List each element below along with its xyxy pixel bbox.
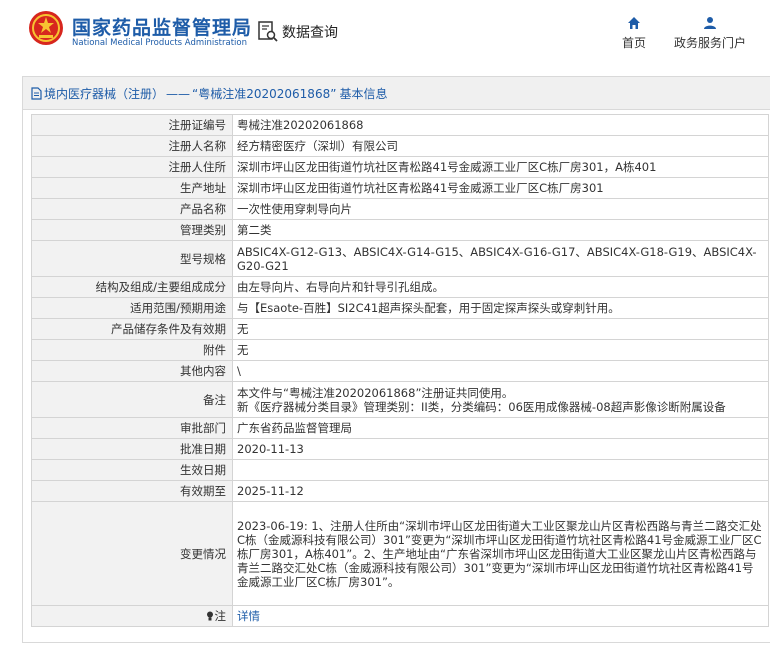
row-label: 附件 — [31, 339, 233, 361]
breadcrumb-bar: 境内医疗器械（注册） —— “粤械注准20202061868” 基本信息 — [23, 77, 770, 110]
document-icon — [31, 87, 42, 100]
table-row: 注册人名称 经方精密医疗（深圳）有限公司 — [31, 135, 769, 157]
row-value: 2025-11-12 — [232, 480, 769, 502]
row-value: \ — [232, 360, 769, 382]
row-label: 注册证编号 — [31, 114, 233, 136]
user-icon — [704, 17, 716, 29]
site-name[interactable]: 国家药品监督管理局 — [72, 13, 252, 40]
breadcrumb: 境内医疗器械（注册） —— “粤械注准20202061868” 基本信息 — [31, 85, 387, 102]
row-label: 结构及组成/主要组成成分 — [31, 276, 233, 298]
nav-service-portal[interactable]: 政务服务门户 — [670, 16, 750, 51]
table-row: 产品名称 一次性使用穿刺导向片 — [31, 198, 769, 220]
row-label: 注册人名称 — [31, 135, 233, 157]
row-value — [232, 459, 769, 481]
table-row: 产品储存条件及有效期无 — [31, 318, 769, 340]
table-row: 变更情况 2023-06-19: 1、注册人住所由“深圳市坪山区龙田街道大工业区聚… — [31, 501, 769, 606]
table-row: 附件无 — [31, 339, 769, 361]
data-query-label: 数据查询 — [282, 25, 338, 41]
nav-home[interactable]: 首页 — [594, 16, 674, 51]
row-label: 其他内容 — [31, 360, 233, 382]
table-row: 其他内容 \ — [31, 360, 769, 382]
table-row: 注 详情 — [31, 605, 769, 627]
row-label: 管理类别 — [31, 219, 233, 241]
search-doc-icon — [258, 21, 278, 42]
row-label: 产品储存条件及有效期 — [31, 318, 233, 340]
registration-info-table: 注册证编号 粤械注准20202061868 注册人名称 经方精密医疗（深圳）有限公司… — [31, 114, 769, 627]
table-row: 型号规格 ABSIC4X-G12-G13、ABSIC4X-G14-G15、ABSI… — [31, 240, 769, 277]
site-name-en: National Medical Products Administration — [72, 38, 247, 48]
row-label: 审批部门 — [31, 417, 233, 439]
data-query-link[interactable]: 数据查询 — [258, 20, 338, 44]
table-row: 生产地址 深圳市坪山区龙田街道竹坑社区青松路41号金威源工业厂区C栋厂房301 — [31, 177, 769, 199]
breadcrumb-record-title: “粤械注准20202061868” — [192, 87, 337, 101]
table-row: 审批部门 广东省药品监督管理局 — [31, 417, 769, 439]
row-label: 注册人住所 — [31, 156, 233, 178]
bulb-icon — [206, 611, 213, 621]
row-value: 深圳市坪山区龙田街道竹坑社区青松路41号金威源工业厂区C栋厂房301 — [232, 177, 769, 199]
row-label: 适用范围/预期用途 — [31, 297, 233, 319]
row-value: ABSIC4X-G12-G13、ABSIC4X-G14-G15、ABSIC4X-… — [232, 240, 769, 277]
row-value: 2020-11-13 — [232, 438, 769, 460]
table-row: 管理类别 第二类 — [31, 219, 769, 241]
national-emblem-icon — [29, 11, 63, 45]
table-row: 有效期至 2025-11-12 — [31, 480, 769, 502]
remark-line: 新《医疗器械分类目录》管理类别：II类，分类编码：06医用成像器械-08超声影像… — [237, 399, 726, 414]
row-value: 无 — [232, 318, 769, 340]
row-value: 经方精密医疗（深圳）有限公司 — [232, 135, 769, 157]
row-label: 批准日期 — [31, 438, 233, 460]
row-label: 生产地址 — [31, 177, 233, 199]
row-value: 本文件与“粤械注准20202061868”注册证共同使用。 新《医疗器械分类目录》… — [232, 381, 769, 418]
note-label: 注 — [214, 609, 227, 623]
row-value: 第二类 — [232, 219, 769, 241]
row-label: 型号规格 — [31, 240, 233, 277]
table-row: 结构及组成/主要组成成分 由左导向片、右导向片和针导引孔组成。 — [31, 276, 769, 298]
row-value: 无 — [232, 339, 769, 361]
breadcrumb-suffix: 基本信息 — [339, 87, 388, 101]
row-label: 产品名称 — [31, 198, 233, 220]
breadcrumb-category-link[interactable]: 境内医疗器械（注册） — [44, 85, 164, 102]
row-label: 变更情况 — [31, 501, 233, 606]
row-label: 备注 — [31, 381, 233, 418]
row-value: 粤械注准20202061868 — [232, 114, 769, 136]
row-value: 广东省药品监督管理局 — [232, 417, 769, 439]
row-value: 详情 — [232, 605, 769, 627]
row-label-note: 注 — [31, 605, 233, 627]
row-label: 生效日期 — [31, 459, 233, 481]
table-row: 适用范围/预期用途 与【Esaote-百胜】SI2C41超声探头配套，用于固定探声… — [31, 297, 769, 319]
table-row: 生效日期 — [31, 459, 769, 481]
table-row: 注册人住所 深圳市坪山区龙田街道竹坑社区青松路41号金威源工业厂区C栋厂房301，… — [31, 156, 769, 178]
remark-line: 本文件与“粤械注准20202061868”注册证共同使用。 — [237, 385, 514, 400]
table-row: 注册证编号 粤械注准20202061868 — [31, 114, 769, 136]
row-value: 深圳市坪山区龙田街道竹坑社区青松路41号金威源工业厂区C栋厂房301，A栋401 — [232, 156, 769, 178]
nav-service-portal-label: 政务服务门户 — [673, 36, 746, 50]
table-row: 批准日期 2020-11-13 — [31, 438, 769, 460]
row-value: 与【Esaote-百胜】SI2C41超声探头配套，用于固定探声探头或穿刺针用。 — [232, 297, 769, 319]
row-value: 一次性使用穿刺导向片 — [232, 198, 769, 220]
row-label: 有效期至 — [31, 480, 233, 502]
home-icon — [628, 17, 640, 29]
breadcrumb-separator: —— — [166, 86, 191, 101]
nav-home-label: 首页 — [621, 36, 646, 50]
table-row: 备注 本文件与“粤械注准20202061868”注册证共同使用。 新《医疗器械分类目… — [31, 381, 769, 418]
details-link[interactable]: 详情 — [237, 609, 260, 623]
row-value: 由左导向片、右导向片和针导引孔组成。 — [232, 276, 769, 298]
detail-panel: 境内医疗器械（注册） —— “粤械注准20202061868” 基本信息 注册证… — [22, 76, 770, 643]
row-value: 2023-06-19: 1、注册人住所由“深圳市坪山区龙田街道大工业区聚龙山片区… — [232, 501, 769, 606]
site-header: 国家药品监督管理局 National Medical Products Admi… — [0, 0, 770, 66]
